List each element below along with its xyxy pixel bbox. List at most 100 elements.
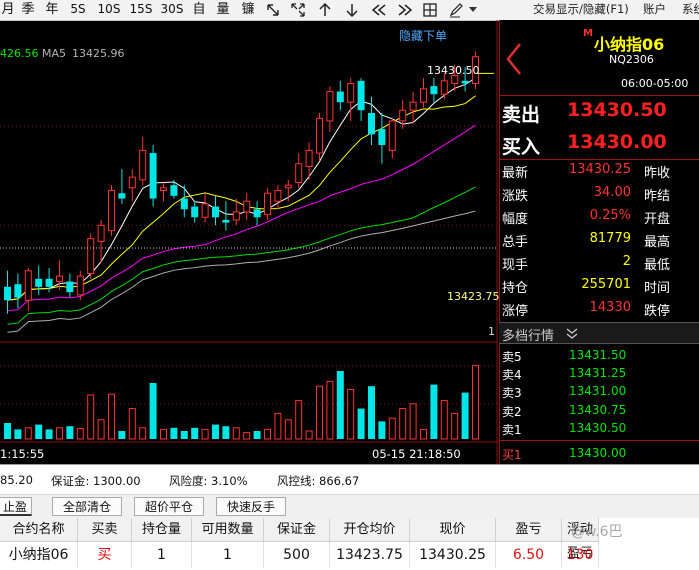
- table-cell: 6.50: [496, 542, 562, 568]
- volume-bar: [409, 403, 417, 440]
- buy-price[interactable]: 13430.00: [567, 131, 667, 153]
- candle-body: [56, 275, 63, 282]
- candle-body: [24, 270, 32, 301]
- candlesticks: [4, 51, 479, 314]
- table-cell: 1: [192, 542, 264, 568]
- column-header[interactable]: 盈亏: [496, 518, 562, 542]
- candle-body: [191, 206, 199, 218]
- double-right-icon[interactable]: [396, 3, 414, 17]
- overprice-close-button[interactable]: 超价平仓: [134, 497, 204, 516]
- expand-icon[interactable]: [290, 2, 306, 18]
- layout-icon[interactable]: [422, 2, 438, 18]
- fit-icon[interactable]: [265, 2, 281, 18]
- back-arrow-icon[interactable]: [505, 42, 523, 76]
- candle-body: [45, 278, 53, 287]
- trade-display-toggle[interactable]: 交易显示/隐藏(F1): [533, 0, 629, 20]
- volume-bar: [326, 380, 334, 440]
- period-quarter[interactable]: 季: [18, 0, 38, 20]
- volume-bar: [378, 421, 386, 439]
- candle-body: [4, 286, 11, 301]
- double-left-icon[interactable]: [370, 3, 388, 17]
- candle-body: [232, 211, 240, 221]
- volume-bar: [305, 430, 313, 440]
- volume-toggle[interactable]: 量: [213, 0, 233, 20]
- quote-row-field: 昨结: [644, 189, 671, 204]
- kline-chart-svg: [0, 20, 498, 464]
- candle-body: [336, 91, 344, 103]
- volume-bar: [399, 408, 407, 440]
- candle-body: [399, 109, 407, 122]
- candle-body: [128, 176, 136, 189]
- volume-bar: [4, 423, 11, 439]
- candle-body: [326, 91, 334, 122]
- candle-body: [253, 209, 261, 218]
- quote-row-field: 最高: [644, 235, 671, 250]
- system-menu[interactable]: 系统: [682, 0, 699, 20]
- volume-bar: [45, 429, 53, 439]
- volume-bar: [212, 424, 219, 439]
- volume-bar: [347, 388, 355, 440]
- column-header[interactable]: 开仓均价: [330, 518, 410, 542]
- quote-row-field: 跌停: [644, 304, 671, 319]
- candle-body: [180, 198, 188, 210]
- draw-icon[interactable]: [448, 2, 464, 18]
- candle-body: [118, 193, 126, 199]
- volume-bar: [316, 385, 323, 440]
- volume-bar: [388, 417, 396, 440]
- period-year[interactable]: 年: [42, 0, 62, 20]
- depth-level: 卖2: [502, 404, 522, 419]
- volume-bar: [149, 383, 157, 439]
- candle-body: [108, 190, 115, 232]
- close-all-button[interactable]: 全部清仓: [52, 497, 122, 516]
- ma-line: [7, 95, 476, 301]
- candle-body: [243, 200, 251, 213]
- candle-body: [368, 112, 375, 135]
- arrow-down-icon[interactable]: [345, 2, 359, 18]
- toolbar: 月 季 年 5S 10S 15S 30S 自 量 镰 交易显示/隐藏(F1) 账…: [0, 0, 699, 21]
- candle-body: [14, 284, 22, 298]
- period-30s[interactable]: 30S: [158, 0, 186, 20]
- take-profit-button[interactable]: 止盈: [0, 497, 32, 516]
- quote-row-value: 81779: [589, 231, 631, 246]
- hide-order-link[interactable]: 隐藏下单: [399, 27, 447, 44]
- table-cell: 买: [78, 542, 132, 568]
- volume-bar: [451, 412, 459, 440]
- volume-bar: [357, 408, 365, 439]
- volume-bar: [180, 431, 188, 439]
- arrow-up-icon[interactable]: [318, 2, 332, 18]
- quote-row-value: 34.00: [593, 185, 631, 200]
- column-header[interactable]: 现价: [410, 518, 496, 542]
- dropdown-icon[interactable]: [468, 6, 478, 14]
- quote-row-field: 开盘: [644, 212, 671, 227]
- volume-bar: [97, 419, 105, 440]
- quick-reverse-button[interactable]: 快速反手: [216, 497, 286, 516]
- depth-level: 卖5: [502, 350, 522, 364]
- volume-bar: [440, 400, 448, 440]
- candle-body: [347, 82, 355, 103]
- collapse-chevron-icon[interactable]: [565, 328, 579, 340]
- price-line-label: 13423.75: [447, 290, 500, 303]
- period-15s[interactable]: 15S: [127, 0, 155, 20]
- period-custom[interactable]: 自: [189, 0, 209, 20]
- volume-bar: [253, 431, 261, 439]
- period-10s[interactable]: 10S: [95, 0, 123, 20]
- action-bar: 止盈 全部清仓 超价平仓 快速反手: [0, 494, 699, 519]
- account-menu[interactable]: 账户: [643, 0, 666, 20]
- depth-level: 买1: [502, 448, 522, 462]
- column-header[interactable]: 合约名称: [0, 518, 78, 542]
- volume-bars: [4, 364, 479, 440]
- column-header[interactable]: 可用数量: [192, 518, 264, 542]
- sickle-tool[interactable]: 镰: [237, 0, 259, 20]
- period-month[interactable]: 月: [0, 0, 16, 20]
- column-header[interactable]: 持仓量: [132, 518, 192, 542]
- quote-row-field: 时间: [644, 281, 671, 296]
- depth-price: 13431.25: [569, 366, 627, 381]
- volume-bar: [35, 424, 43, 439]
- column-header[interactable]: 买卖: [78, 518, 132, 542]
- column-header[interactable]: 保证金: [264, 518, 330, 542]
- sell-price[interactable]: 13430.50: [567, 99, 667, 121]
- depth-title: 多档行情: [502, 329, 555, 344]
- period-5s[interactable]: 5S: [66, 0, 90, 20]
- ma5-label: MA5: [42, 47, 67, 60]
- kline-chart[interactable]: 426.56 MA5 13425.96 隐藏下单 13430.50 13423.…: [0, 20, 500, 464]
